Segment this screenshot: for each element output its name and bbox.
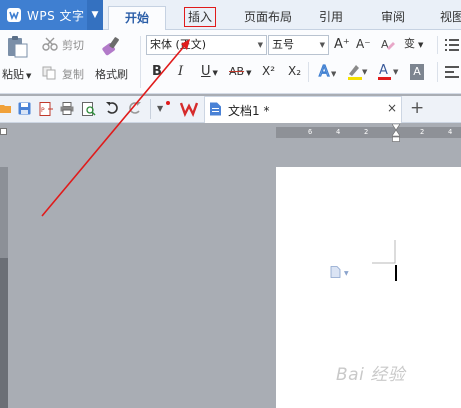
annotation-arrow bbox=[41, 39, 190, 217]
annotation-arrow-line bbox=[41, 43, 187, 217]
